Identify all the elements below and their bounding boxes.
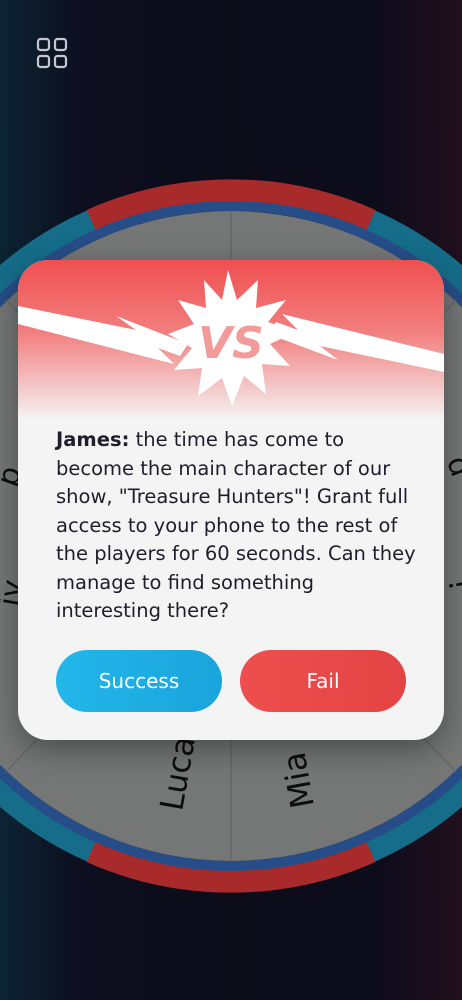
speaker-name: James: [56, 428, 130, 451]
card-header-vs: VS [18, 260, 444, 420]
menu-button[interactable] [36, 37, 68, 69]
success-button[interactable]: Success [56, 650, 222, 712]
challenge-card: VS James: the time has come to become th… [18, 260, 444, 740]
grid-icon [36, 37, 68, 69]
game-screen: p iv d ! Luca Mia VS James: the time has… [0, 0, 462, 1000]
challenge-text: James: the time has come to become the m… [56, 426, 416, 626]
challenge-message: the time has come to become the main cha… [56, 428, 416, 622]
fail-button[interactable]: Fail [240, 650, 406, 712]
vs-badge: VS [198, 318, 264, 369]
